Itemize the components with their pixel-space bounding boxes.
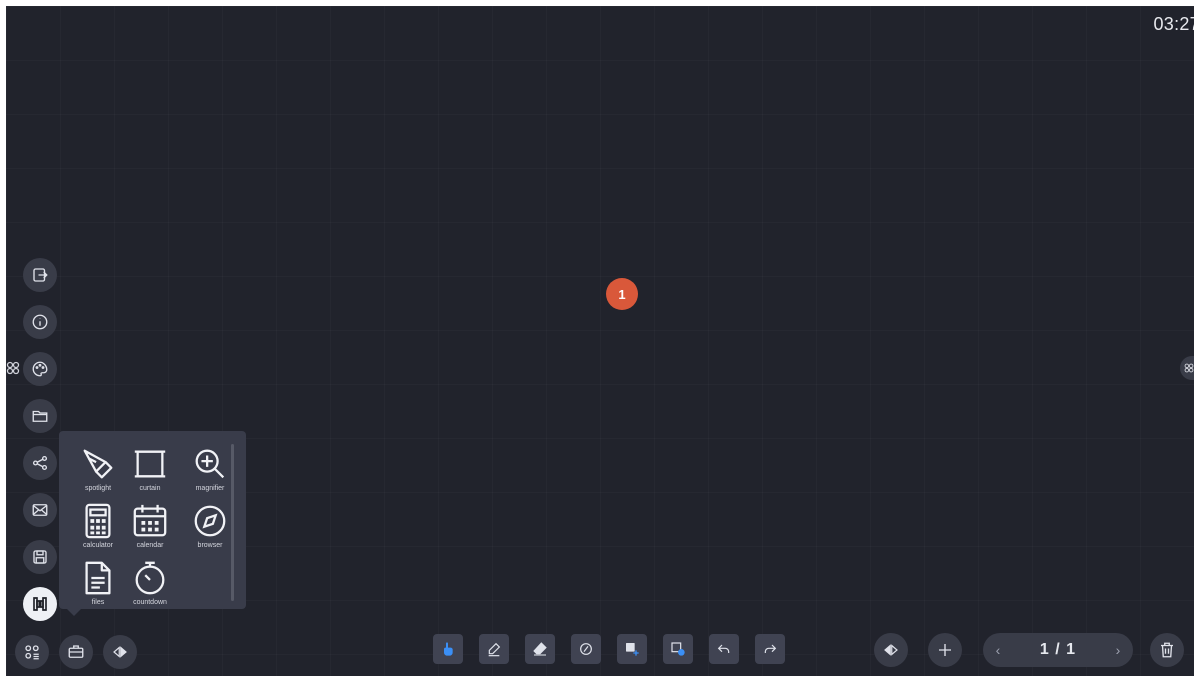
screen-shape-icon bbox=[671, 642, 685, 656]
exit-button[interactable] bbox=[23, 258, 57, 292]
magnifier-icon bbox=[195, 449, 225, 479]
share-icon bbox=[32, 455, 48, 471]
tool-label: browser bbox=[197, 542, 223, 549]
delete-page-button[interactable] bbox=[1150, 633, 1184, 667]
tool-label: curtain bbox=[139, 485, 161, 492]
curtain-icon bbox=[134, 450, 166, 478]
save-button[interactable] bbox=[23, 540, 57, 574]
image-icon bbox=[626, 643, 639, 656]
tool-calculator[interactable]: calculator bbox=[70, 502, 126, 558]
right-edge-toggle[interactable] bbox=[1180, 356, 1194, 380]
apps-icon bbox=[25, 645, 39, 660]
tool-browser[interactable]: browser bbox=[182, 502, 238, 558]
undo-button[interactable] bbox=[709, 634, 739, 664]
theme-button[interactable] bbox=[23, 352, 57, 386]
plus-icon bbox=[939, 644, 951, 656]
folder-icon bbox=[32, 410, 48, 422]
hand-pointer-icon bbox=[444, 642, 453, 656]
file-icon bbox=[85, 561, 111, 595]
mirror-icon bbox=[113, 646, 127, 658]
tool-calendar[interactable]: calendar bbox=[122, 502, 178, 558]
next-page-button[interactable]: › bbox=[1103, 642, 1133, 658]
tool-countdown[interactable]: countdown bbox=[122, 559, 178, 615]
page-navigator: ‹ 1 / 1 › bbox=[983, 633, 1133, 667]
prev-page-button[interactable]: ‹ bbox=[983, 642, 1013, 658]
shape-tool-button[interactable] bbox=[571, 634, 601, 664]
pen-tool-button[interactable] bbox=[479, 634, 509, 664]
eraser-icon bbox=[533, 642, 547, 656]
left-edge-toggle[interactable] bbox=[6, 356, 20, 380]
tools-popup: spotlight curtain magnifier calculator c… bbox=[59, 431, 246, 616]
mirror-right-button[interactable] bbox=[874, 633, 908, 667]
exit-icon bbox=[33, 268, 48, 282]
compass-icon bbox=[194, 505, 226, 537]
undo-icon bbox=[717, 644, 730, 653]
clock: 03:27 bbox=[1153, 14, 1194, 34]
mail-icon bbox=[32, 504, 48, 516]
email-button[interactable] bbox=[23, 493, 57, 527]
tool-label: magnifier bbox=[195, 485, 225, 492]
mirror-left-button[interactable] bbox=[103, 635, 137, 669]
insert-shape-button[interactable] bbox=[663, 634, 693, 664]
select-tool-button[interactable] bbox=[433, 634, 463, 664]
insert-image-button[interactable] bbox=[617, 634, 647, 664]
tool-curtain[interactable]: curtain bbox=[122, 445, 178, 501]
redo-icon bbox=[764, 644, 777, 653]
toolbox-icon bbox=[33, 597, 47, 611]
toolbox-button[interactable] bbox=[23, 587, 57, 621]
timer-icon bbox=[135, 561, 165, 595]
info-button[interactable] bbox=[23, 305, 57, 339]
open-file-button[interactable] bbox=[23, 399, 57, 433]
page-marker: 1 bbox=[606, 278, 638, 310]
briefcase-icon bbox=[68, 645, 84, 658]
save-icon bbox=[33, 550, 47, 564]
mirror-icon bbox=[884, 644, 898, 656]
redo-button[interactable] bbox=[755, 634, 785, 664]
tool-spotlight[interactable]: spotlight bbox=[70, 445, 126, 501]
shape-icon bbox=[580, 643, 592, 655]
apps-icon bbox=[1184, 363, 1194, 373]
page-indicator: 1 / 1 bbox=[1039, 641, 1077, 658]
palette-icon bbox=[32, 361, 48, 377]
apps-button[interactable] bbox=[15, 635, 49, 669]
apps-icon bbox=[6, 361, 20, 375]
tool-label: countdown bbox=[133, 599, 167, 606]
tool-label: calculator bbox=[83, 542, 113, 549]
tool-files[interactable]: files bbox=[70, 559, 126, 615]
whiteboard-canvas[interactable]: 03:27 1 spotlight bbox=[6, 6, 1194, 676]
toolbox-toggle-button[interactable] bbox=[59, 635, 93, 669]
eraser-tool-button[interactable] bbox=[525, 634, 555, 664]
tool-label: calendar bbox=[136, 542, 164, 549]
info-icon bbox=[32, 314, 48, 330]
tool-magnifier[interactable]: magnifier bbox=[182, 445, 238, 501]
add-page-button[interactable] bbox=[928, 633, 962, 667]
trash-icon bbox=[1161, 642, 1173, 658]
tool-label: files bbox=[91, 599, 105, 606]
share-button[interactable] bbox=[23, 446, 57, 480]
pen-icon bbox=[488, 642, 501, 657]
calculator-icon bbox=[85, 503, 111, 539]
tool-label: spotlight bbox=[84, 485, 112, 492]
calendar-icon bbox=[133, 504, 167, 537]
spotlight-icon bbox=[83, 449, 113, 479]
